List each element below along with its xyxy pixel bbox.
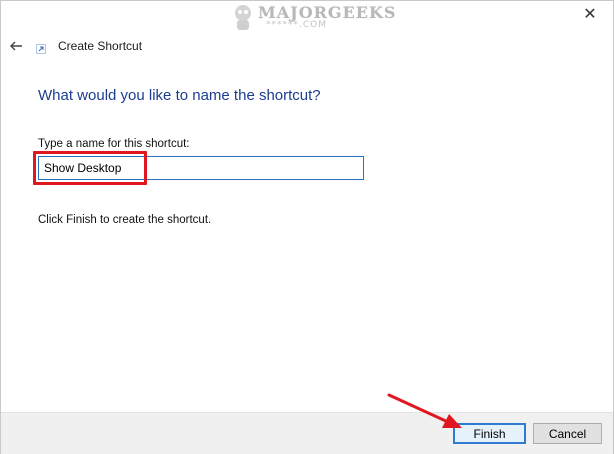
- shortcut-name-input[interactable]: [38, 156, 364, 180]
- finish-button[interactable]: Finish: [453, 423, 526, 444]
- wizard-heading: What would you like to name the shortcut…: [38, 87, 321, 104]
- shortcut-name-label: Type a name for this shortcut:: [38, 138, 190, 150]
- dialog-window: [0, 0, 614, 454]
- watermark-sub: ******.COM: [266, 20, 327, 30]
- shortcut-icon: [36, 44, 46, 54]
- close-icon: ✕: [583, 6, 597, 23]
- mascot-icon: [235, 5, 251, 30]
- close-button[interactable]: ✕: [577, 2, 603, 28]
- majorgeeks-watermark: MAJORGEEKS ******.COM: [226, 0, 395, 34]
- cancel-button[interactable]: Cancel: [533, 423, 602, 444]
- finish-instruction: Click Finish to create the shortcut.: [38, 214, 212, 226]
- back-arrow-icon[interactable]: [6, 36, 26, 56]
- dialog-title: Create Shortcut: [58, 39, 143, 53]
